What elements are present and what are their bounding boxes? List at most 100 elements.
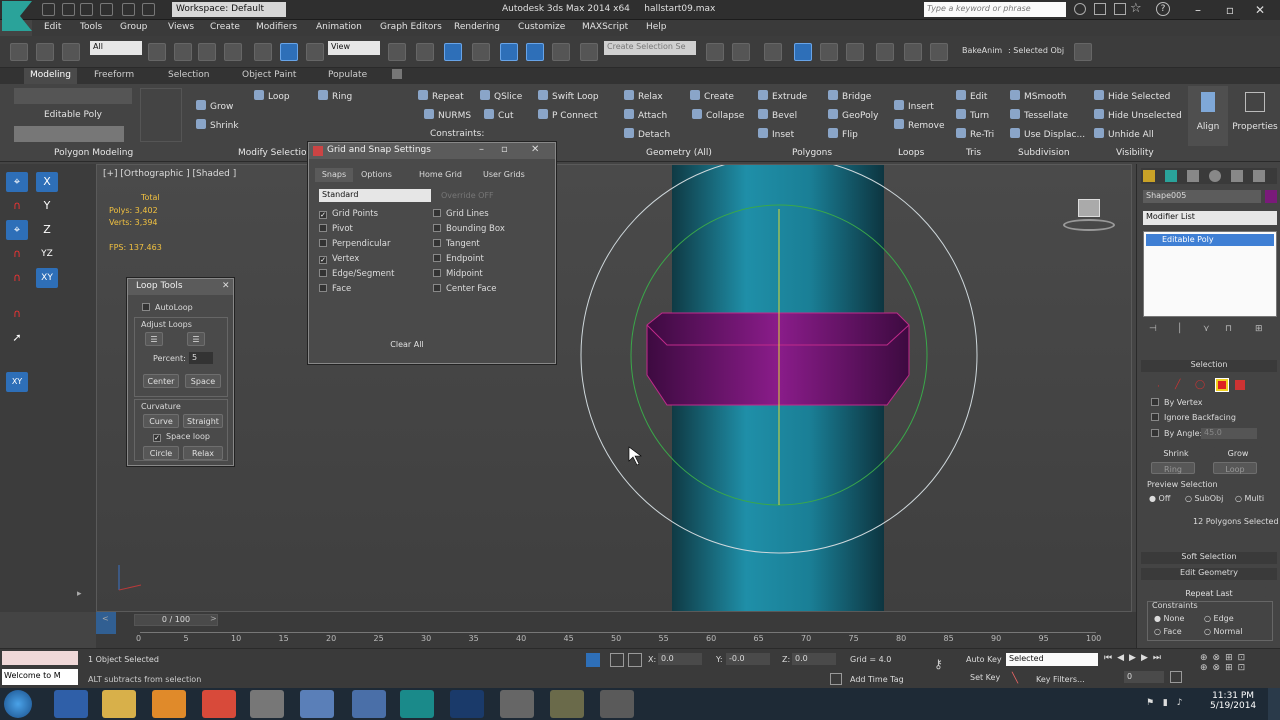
loop-shift-left-button[interactable]: ☰ bbox=[145, 332, 163, 346]
snap-tangent[interactable]: Tangent bbox=[433, 239, 480, 249]
selection-filter-dropdown[interactable]: All bbox=[90, 41, 142, 55]
hierarchy-tab-icon[interactable] bbox=[1187, 170, 1199, 182]
snap-tool-icon[interactable]: ⌖ bbox=[6, 172, 28, 192]
use-displacement-button[interactable]: Use Displac... bbox=[1010, 128, 1085, 140]
collapse-button[interactable]: Collapse bbox=[692, 109, 744, 121]
properties-button[interactable]: Properties bbox=[1232, 86, 1278, 146]
inset-button[interactable]: Inset bbox=[758, 128, 794, 140]
track-bar-line[interactable] bbox=[140, 632, 1096, 633]
keyboard-shortcut-override-icon[interactable] bbox=[444, 43, 462, 61]
snap-bounding-box[interactable]: Bounding Box bbox=[433, 224, 505, 234]
geopoly-button[interactable]: GeoPoly bbox=[828, 109, 878, 121]
render-frame-icon[interactable] bbox=[930, 43, 948, 61]
tab-selection[interactable]: Selection bbox=[168, 70, 209, 80]
insert-button[interactable]: Insert bbox=[894, 100, 934, 112]
preview-multi-radio[interactable]: ○ Multi bbox=[1235, 494, 1264, 503]
search-input[interactable]: Type a keyword or phrase bbox=[924, 2, 1066, 17]
new-file-icon[interactable] bbox=[42, 3, 55, 16]
absolute-mode-icon[interactable] bbox=[610, 653, 624, 667]
snap-grid-points[interactable]: ✓ Grid Points bbox=[319, 209, 378, 219]
grid-snap-minimize-button[interactable]: – bbox=[479, 144, 484, 155]
taskbar-photoshop-icon[interactable] bbox=[450, 690, 484, 718]
align-icon[interactable] bbox=[732, 43, 750, 61]
select-link-icon[interactable] bbox=[10, 43, 28, 61]
transform-mode-icon[interactable] bbox=[628, 653, 642, 667]
edit-tri-button[interactable]: Edit bbox=[956, 90, 987, 102]
align-button[interactable]: Align bbox=[1188, 86, 1228, 146]
pivot-center-icon[interactable] bbox=[388, 43, 406, 61]
axis-x-button[interactable]: X bbox=[36, 172, 58, 192]
layer-manager-icon[interactable] bbox=[764, 43, 782, 61]
p-connect-button[interactable]: P Connect bbox=[538, 109, 598, 121]
z-coordinate-input[interactable]: 0.0 bbox=[792, 653, 836, 665]
window-crossing-icon[interactable] bbox=[224, 43, 242, 61]
taskbar-explorer-icon[interactable] bbox=[102, 690, 136, 718]
y-coordinate-input[interactable]: -0.0 bbox=[726, 653, 770, 665]
create-button[interactable]: Create bbox=[690, 90, 734, 102]
auto-key-button[interactable]: Auto Key bbox=[966, 655, 1002, 664]
snap-grid-lines[interactable]: Grid Lines bbox=[433, 209, 489, 219]
set-key-button[interactable]: Set Key bbox=[970, 673, 1000, 682]
selection-rollout-header[interactable]: Selection bbox=[1141, 360, 1277, 372]
repeat-button[interactable]: Repeat bbox=[418, 90, 464, 102]
bevel-button[interactable]: Bevel bbox=[758, 109, 797, 121]
snap-face[interactable]: Face bbox=[319, 284, 351, 294]
menu-graph-editors[interactable]: Graph Editors bbox=[380, 22, 442, 32]
tab-object-paint[interactable]: Object Paint bbox=[242, 70, 296, 80]
axis-xy-lock-button[interactable]: XY bbox=[6, 372, 28, 392]
object-color-swatch[interactable] bbox=[1265, 190, 1277, 203]
select-rotate-icon[interactable] bbox=[280, 43, 298, 61]
tab-freeform[interactable]: Freeform bbox=[94, 70, 134, 80]
edit-named-selection-icon[interactable] bbox=[580, 43, 598, 61]
graphite-ribbon-icon[interactable] bbox=[794, 43, 812, 61]
tab-snaps[interactable]: Snaps bbox=[315, 168, 353, 182]
save-file-icon[interactable] bbox=[80, 3, 93, 16]
menu-modifiers[interactable]: Modifiers bbox=[256, 22, 297, 32]
msmooth-button[interactable]: MSmooth bbox=[1010, 90, 1067, 102]
taskbar-media-icon[interactable] bbox=[152, 690, 186, 718]
grid-snap-close-button[interactable]: ✕ bbox=[531, 144, 539, 155]
modifier-stack-item[interactable]: Editable Poly bbox=[1146, 234, 1274, 246]
reference-coordinate-dropdown[interactable]: View bbox=[328, 41, 380, 55]
set-key-slash-icon[interactable]: ╲ bbox=[1012, 673, 1018, 684]
constraint-none-radio[interactable]: ● None bbox=[1154, 614, 1184, 623]
mirror-icon[interactable] bbox=[706, 43, 724, 61]
select-by-name-icon[interactable] bbox=[174, 43, 192, 61]
snap-perpendicular[interactable]: Perpendicular bbox=[319, 239, 390, 249]
group-polygons[interactable]: Polygons bbox=[792, 148, 832, 158]
extrude-button[interactable]: Extrude bbox=[758, 90, 807, 102]
schematic-view-icon[interactable] bbox=[846, 43, 864, 61]
taskbar-chrome-icon[interactable] bbox=[202, 690, 236, 718]
curve-editor-icon[interactable] bbox=[820, 43, 838, 61]
axis-z-button[interactable]: Z bbox=[36, 220, 58, 240]
space-loop-checkbox[interactable]: ✓ Space loop bbox=[153, 432, 210, 442]
search-binoculars-icon[interactable] bbox=[1074, 3, 1086, 15]
modifier-list-dropdown[interactable]: Modifier List bbox=[1143, 211, 1277, 225]
object-name-input[interactable]: Shape005 bbox=[1143, 190, 1261, 203]
taskbar-app-3-icon[interactable] bbox=[550, 690, 584, 718]
snap-tool-2-icon[interactable]: ⌖ bbox=[6, 220, 28, 240]
communication-icon[interactable] bbox=[1114, 3, 1126, 15]
ring-selection-button[interactable]: Ring bbox=[1151, 462, 1195, 474]
menu-tools[interactable]: Tools bbox=[80, 22, 102, 32]
snap-pivot[interactable]: Pivot bbox=[319, 224, 353, 234]
grow-selection-button[interactable]: Grow bbox=[1213, 446, 1263, 458]
taskbar-uv-icon[interactable] bbox=[500, 690, 534, 718]
taskbar-calculator-icon[interactable] bbox=[250, 690, 284, 718]
show-end-result-icon[interactable]: │ bbox=[1177, 324, 1182, 334]
magnet-icon[interactable]: ∩ bbox=[6, 196, 28, 216]
nurms-button[interactable]: NURMS bbox=[424, 109, 471, 121]
polygon-mode-icon[interactable] bbox=[1215, 378, 1229, 392]
taskbar-app-icon[interactable] bbox=[300, 690, 334, 718]
workspace-dropdown[interactable]: Workspace: Default bbox=[172, 2, 286, 17]
bake-anim-label[interactable]: BakeAnim bbox=[962, 46, 1002, 55]
menu-views[interactable]: Views bbox=[168, 22, 194, 32]
key-mode-dropdown[interactable]: Selected bbox=[1006, 653, 1098, 666]
select-scale-icon[interactable] bbox=[306, 43, 324, 61]
bridge-button[interactable]: Bridge bbox=[828, 90, 871, 102]
key-filters-button[interactable]: Key Filters... bbox=[1036, 675, 1085, 684]
favorites-star-icon[interactable]: ☆ bbox=[1130, 1, 1142, 16]
ring-button[interactable]: Ring bbox=[318, 90, 352, 102]
taskbar-3dsmax-icon[interactable] bbox=[400, 690, 434, 718]
tab-user-grids[interactable]: User Grids bbox=[483, 170, 525, 179]
